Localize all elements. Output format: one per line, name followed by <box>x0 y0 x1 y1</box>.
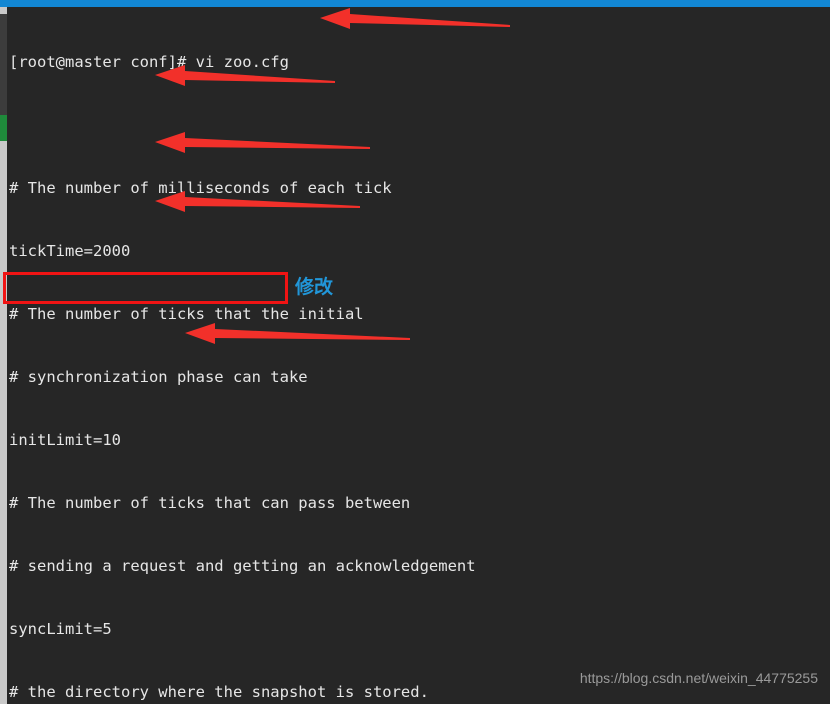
vertical-scrollbar[interactable] <box>0 7 7 704</box>
terminal-line: # The number of ticks that the initial <box>9 305 364 323</box>
terminal-line-synclimit: syncLimit=5 <box>9 620 112 638</box>
terminal-line: # sending a request and getting an ackno… <box>9 557 476 575</box>
terminal-text-area[interactable]: [root@master conf]# vi zoo.cfg # The num… <box>7 7 830 704</box>
scrollbar-thumb[interactable] <box>0 14 7 118</box>
watermark-text: https://blog.csdn.net/weixin_44775255 <box>579 670 818 686</box>
scrollbar-marker <box>0 115 7 141</box>
window-titlebar <box>0 0 830 7</box>
terminal-line: # The number of ticks that can pass betw… <box>9 494 411 512</box>
terminal-prompt-line: [root@master conf]# vi zoo.cfg <box>9 53 289 71</box>
terminal-window: [root@master conf]# vi zoo.cfg # The num… <box>0 0 830 704</box>
terminal-line-initlimit: initLimit=10 <box>9 431 121 449</box>
terminal-line: # synchronization phase can take <box>9 368 308 386</box>
terminal-line: # The number of milliseconds of each tic… <box>9 179 392 197</box>
terminal-line-ticktime: tickTime=2000 <box>9 242 131 260</box>
